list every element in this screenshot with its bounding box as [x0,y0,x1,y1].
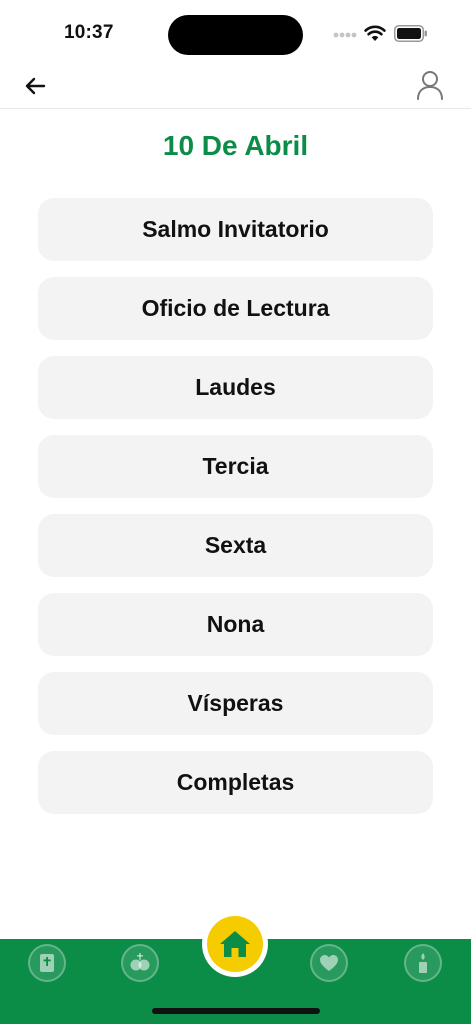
candle-icon [419,953,427,973]
home-indicator [152,1008,320,1014]
hour-button-sexta[interactable]: Sexta [38,514,433,577]
heart-icon [320,955,338,971]
hour-button-visperas[interactable]: Vísperas [38,672,433,735]
dynamic-island [168,15,303,55]
hour-button-completas[interactable]: Completas [38,751,433,814]
signal-icon [333,32,357,38]
wifi-icon [364,25,386,41]
home-icon [220,931,250,957]
home-button-highlight [207,916,263,972]
top-nav [0,64,471,109]
hour-button-nona[interactable]: Nona [38,593,433,656]
hour-button-oficio-de-lectura[interactable]: Oficio de Lectura [38,277,433,340]
bible-icon [40,954,54,972]
status-time: 10:37 [64,22,114,43]
battery-icon [394,25,427,42]
hour-button-salmo-invitatorio[interactable]: Salmo Invitatorio [38,198,433,261]
rosary-icon [130,953,150,971]
status-bar: 10:37 [0,0,471,64]
back-button[interactable] [18,72,52,100]
user-icon [417,71,443,100]
tab-home[interactable] [202,911,268,977]
hour-button-tercia[interactable]: Tercia [38,435,433,498]
hour-button-laudes[interactable]: Laudes [38,356,433,419]
tab-candle[interactable] [404,944,442,982]
hours-list: Salmo Invitatorio Oficio de Lectura Laud… [38,198,433,830]
tab-bible[interactable] [28,944,66,982]
tab-rosary[interactable] [121,944,159,982]
arrow-left-icon [25,77,46,95]
page-title: 10 De Abril [162,130,309,161]
tab-favorites[interactable] [310,944,348,982]
profile-button[interactable] [413,68,447,102]
